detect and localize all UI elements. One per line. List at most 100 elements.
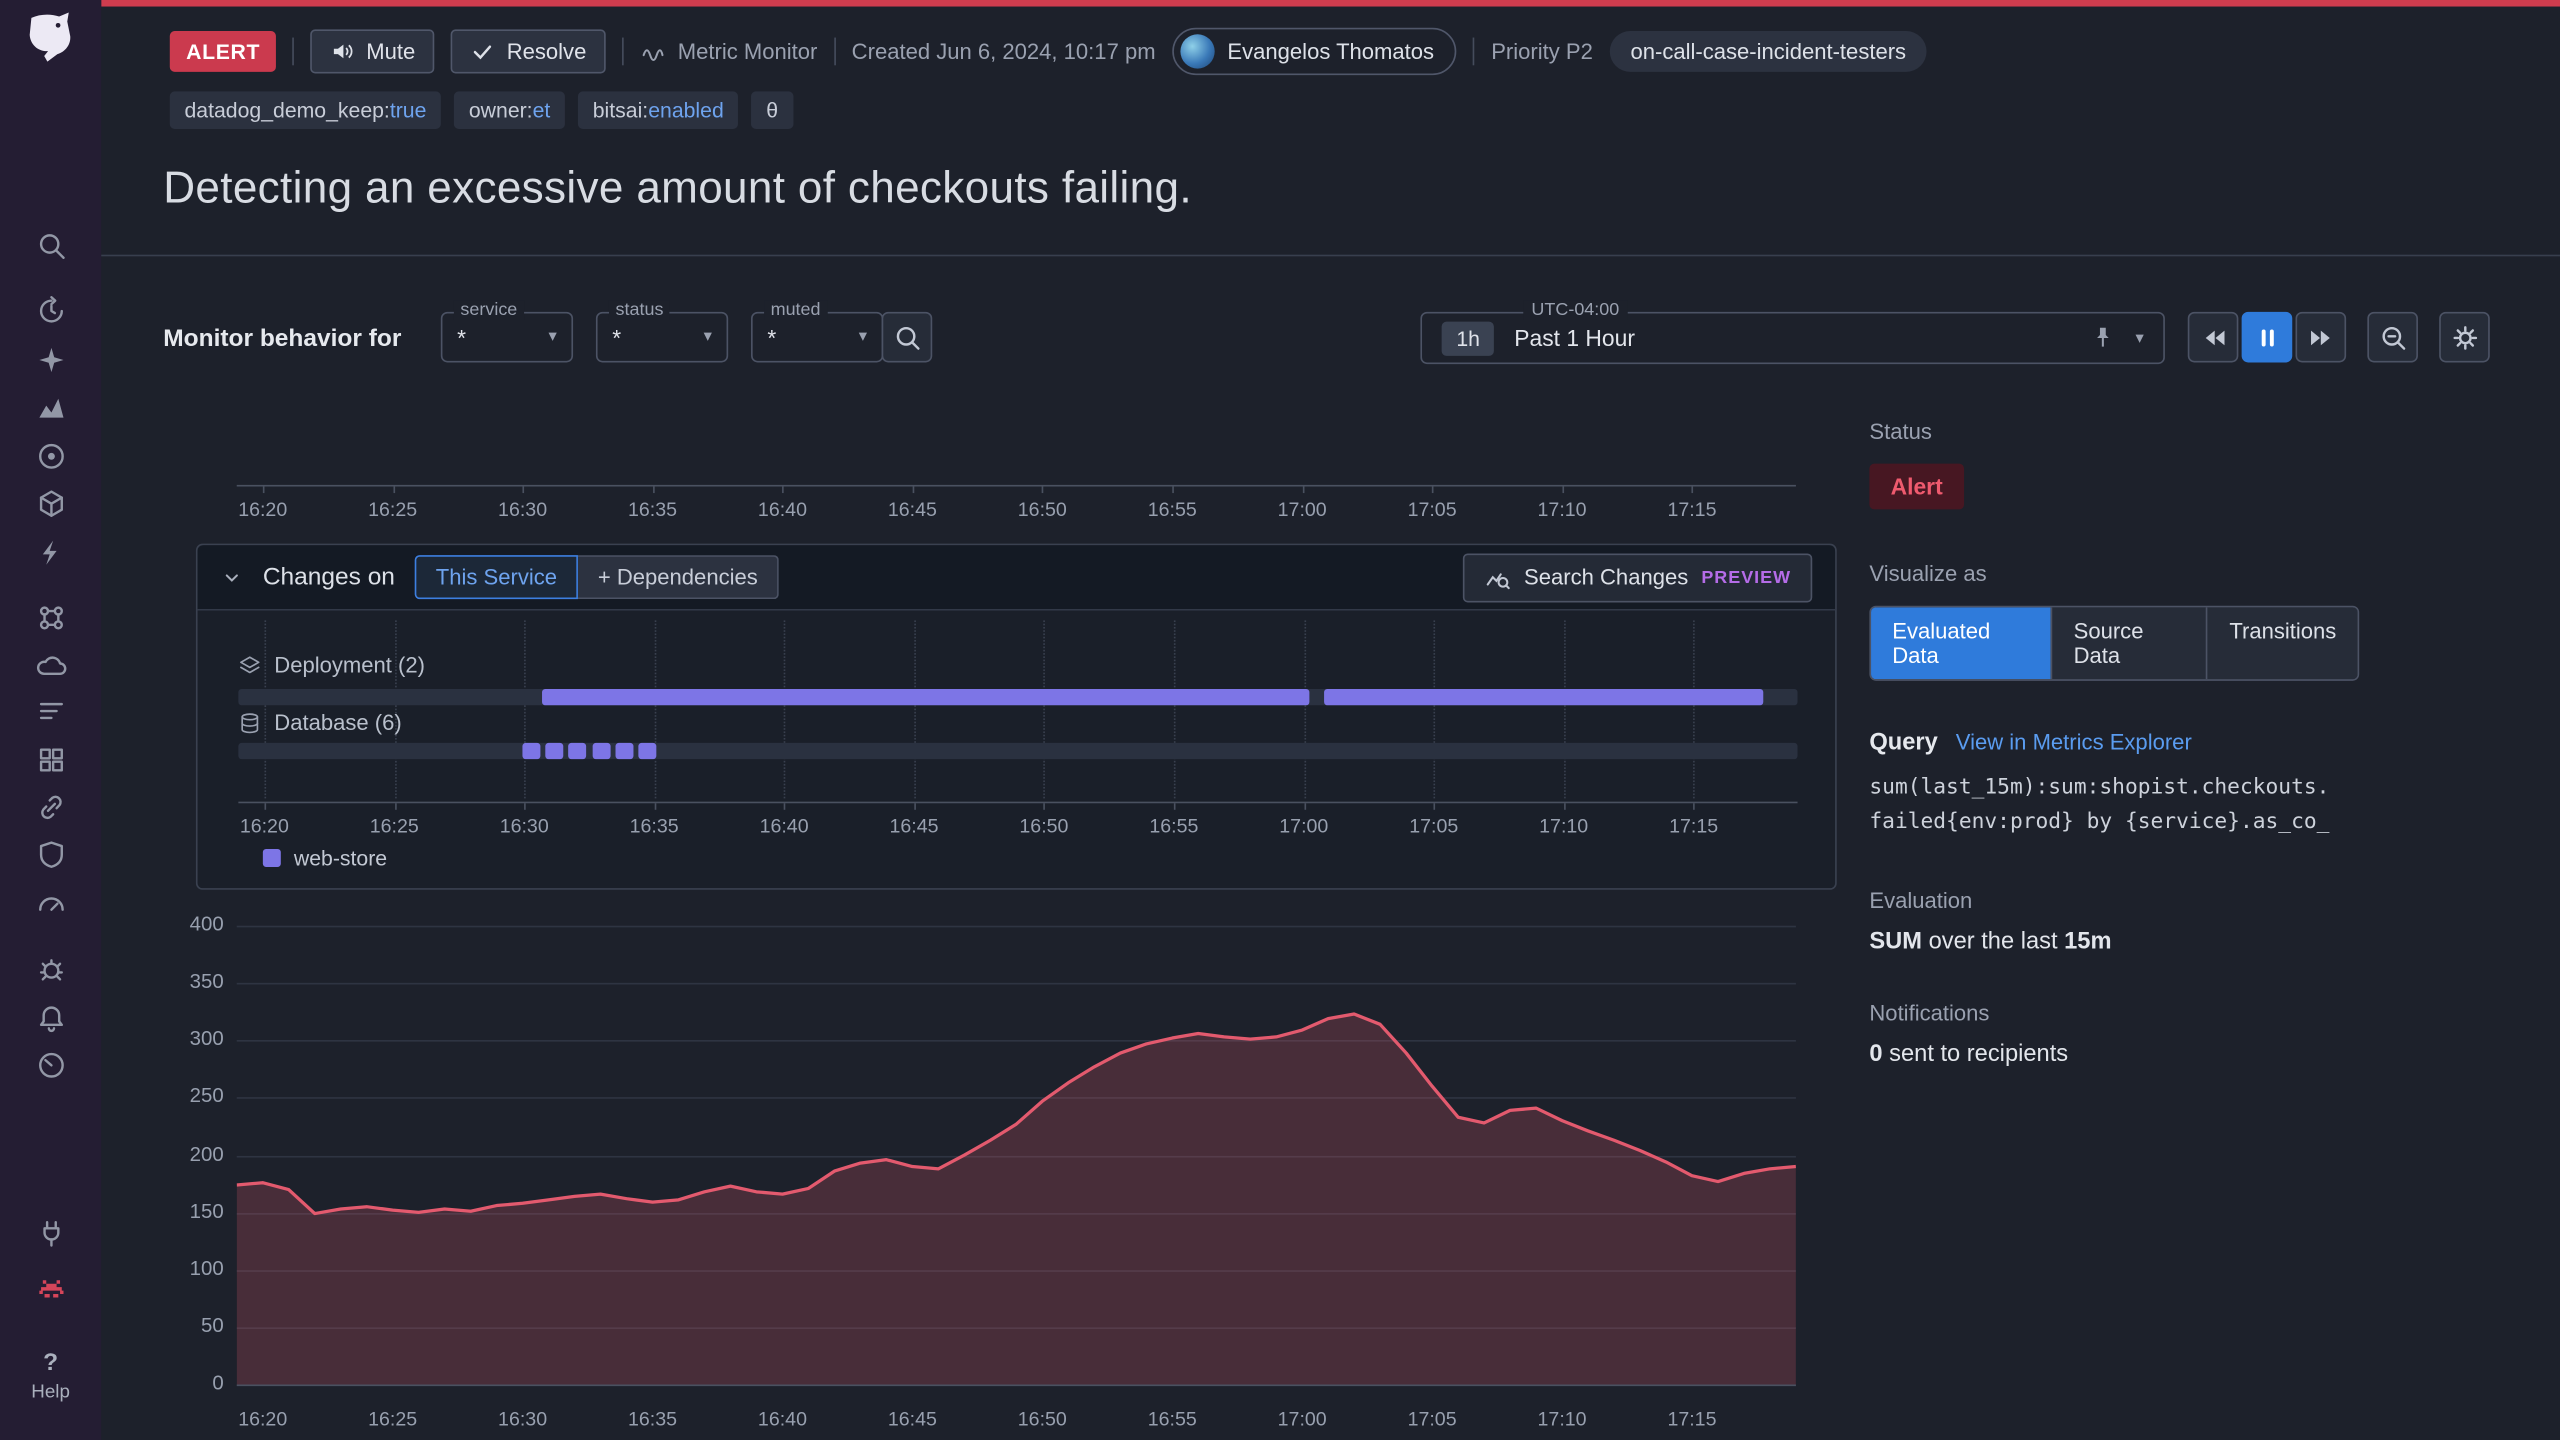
panel-gridline	[914, 620, 916, 798]
chart-area-fill	[237, 1014, 1796, 1384]
axis-tick-label: 16:25	[368, 498, 417, 521]
y-tick-label: 100	[155, 1257, 224, 1280]
pin-icon[interactable]	[2090, 325, 2116, 351]
forward-button[interactable]	[2296, 312, 2347, 363]
change-event-bar[interactable]	[592, 743, 610, 759]
zoom-out-button[interactable]	[2367, 312, 2418, 363]
monitor-behavior-label: Monitor behavior for	[163, 325, 401, 353]
priority-label: Priority P2	[1491, 39, 1593, 63]
chevron-down-icon: ▾	[549, 328, 557, 346]
help-button[interactable]: ? Help	[0, 1349, 101, 1403]
timeline-axis-panel: 16:2016:2516:3016:3516:4016:4516:5016:55…	[238, 802, 1797, 844]
datadog-logo[interactable]	[23, 11, 79, 67]
monitors-icon[interactable]	[0, 993, 101, 1042]
search-icon[interactable]	[0, 220, 101, 269]
tab-dependencies[interactable]: + Dependencies	[578, 555, 779, 599]
integrations-icon[interactable]	[0, 735, 101, 784]
watchdog-icon[interactable]	[0, 431, 101, 480]
forward-icon	[2306, 322, 2335, 351]
security-icon[interactable]	[0, 829, 101, 878]
search-changes-button[interactable]: Search Changes PREVIEW	[1464, 553, 1813, 602]
pause-button[interactable]	[2242, 312, 2293, 363]
speaker-icon	[330, 39, 354, 63]
axis-tick-label: 17:10	[1539, 815, 1588, 838]
dial-icon[interactable]	[0, 1040, 101, 1089]
change-event-bar[interactable]	[639, 743, 657, 759]
filter-dropdown-service[interactable]: service*▾	[441, 312, 573, 363]
database-icon	[238, 711, 261, 734]
axis-tick-label: 16:25	[370, 815, 419, 838]
legend-item-web-store[interactable]: web-store	[263, 846, 387, 870]
created-timestamp: Created Jun 6, 2024, 10:17 pm	[852, 39, 1156, 63]
change-event-bar[interactable]	[522, 743, 540, 759]
deployment-lane	[238, 689, 1797, 705]
serverless-icon[interactable]	[0, 642, 101, 691]
tag-pill[interactable]: θ	[752, 91, 793, 129]
owner-pill[interactable]: Evangelos Thomatos	[1172, 28, 1457, 75]
change-event-bar[interactable]	[615, 743, 633, 759]
processes-icon[interactable]	[0, 593, 101, 642]
y-tick-label: 350	[155, 970, 224, 993]
metrics-icon[interactable]	[0, 382, 101, 431]
settings-button[interactable]	[2439, 312, 2490, 363]
axis-tick	[1042, 487, 1044, 494]
chevron-down-icon[interactable]	[220, 566, 243, 589]
panel-gridline	[1304, 620, 1306, 798]
resolve-button[interactable]: Resolve	[451, 29, 606, 73]
dropdown-label: muted	[764, 300, 827, 320]
axis-tick	[1694, 803, 1696, 810]
change-event-bar[interactable]	[545, 743, 563, 759]
axis-tick-label: 16:45	[888, 1407, 937, 1430]
tab-this-service[interactable]: This Service	[415, 555, 579, 599]
changes-panel: Changes on This Service + Dependencies S…	[196, 544, 1837, 890]
infrastructure-icon[interactable]	[0, 478, 101, 527]
visualize-option-evaluated-data[interactable]: Evaluated Data	[1871, 607, 2051, 679]
tag-pill[interactable]: bitsai:enabled	[578, 91, 738, 129]
events-icon[interactable]	[0, 527, 101, 576]
axis-tick	[1692, 487, 1694, 494]
tag-pill[interactable]: owner:et	[454, 91, 565, 129]
query-code: sum(last_15m):sum:shopist.checkouts.fail…	[1869, 771, 2359, 840]
axis-tick-label: 16:45	[888, 498, 937, 521]
axis-tick	[782, 487, 784, 494]
change-event-bar[interactable]	[542, 689, 1309, 705]
change-event-bar[interactable]	[1325, 689, 1764, 705]
chevron-down-icon[interactable]: ▾	[2135, 329, 2143, 347]
chevron-down-icon: ▾	[704, 328, 712, 346]
bits-ai-icon[interactable]	[0, 335, 101, 384]
axis-tick-label: 16:50	[1018, 498, 1067, 521]
filter-dropdown-muted[interactable]: muted*▾	[751, 312, 883, 363]
axis-tick-label: 16:50	[1018, 1407, 1067, 1430]
axis-tick-label: 16:55	[1148, 1407, 1197, 1430]
changes-title: Changes on	[263, 563, 395, 591]
tag-pill[interactable]: datadog_demo_keep:true	[170, 91, 441, 129]
panel-gridline	[524, 620, 526, 798]
visualize-option-source-data[interactable]: Source Data	[2051, 607, 2207, 679]
performance-icon[interactable]	[0, 878, 101, 927]
axis-tick-label: 17:15	[1667, 1407, 1716, 1430]
bugs-icon[interactable]	[0, 944, 101, 993]
time-range-selector[interactable]: UTC-04:00 1h Past 1 Hour ▾	[1420, 312, 2164, 364]
plug-icon[interactable]	[0, 1208, 101, 1257]
search-changes-label: Search Changes	[1524, 565, 1688, 589]
status-badge: Alert	[1869, 464, 1964, 510]
monitor-status-page: ? Help ALERT Mute Resolve Metric Monitor…	[0, 0, 2560, 1440]
rewind-button[interactable]	[2188, 312, 2239, 363]
visualize-option-transitions[interactable]: Transitions	[2206, 607, 2357, 679]
team-tag-pill[interactable]: on-call-case-incident-testers	[1609, 31, 1927, 72]
logs-icon[interactable]	[0, 686, 101, 735]
filter-search-button[interactable]	[882, 312, 933, 363]
change-event-bar[interactable]	[568, 743, 586, 759]
separator	[622, 38, 624, 66]
axis-tick-label: 17:05	[1408, 1407, 1457, 1430]
axis-tick-label: 16:20	[240, 815, 289, 838]
synthetics-icon[interactable]	[0, 782, 101, 831]
chart-search-icon	[1485, 564, 1511, 590]
axis-tick-label: 17:00	[1279, 815, 1328, 838]
history-icon[interactable]	[0, 286, 101, 335]
filter-dropdown-status[interactable]: status*▾	[596, 312, 728, 363]
view-in-metrics-explorer-link[interactable]: View in Metrics Explorer	[1956, 730, 2192, 754]
dropdown-value: *	[767, 324, 849, 350]
mute-button[interactable]: Mute	[311, 29, 435, 73]
invader-icon[interactable]	[0, 1265, 101, 1314]
